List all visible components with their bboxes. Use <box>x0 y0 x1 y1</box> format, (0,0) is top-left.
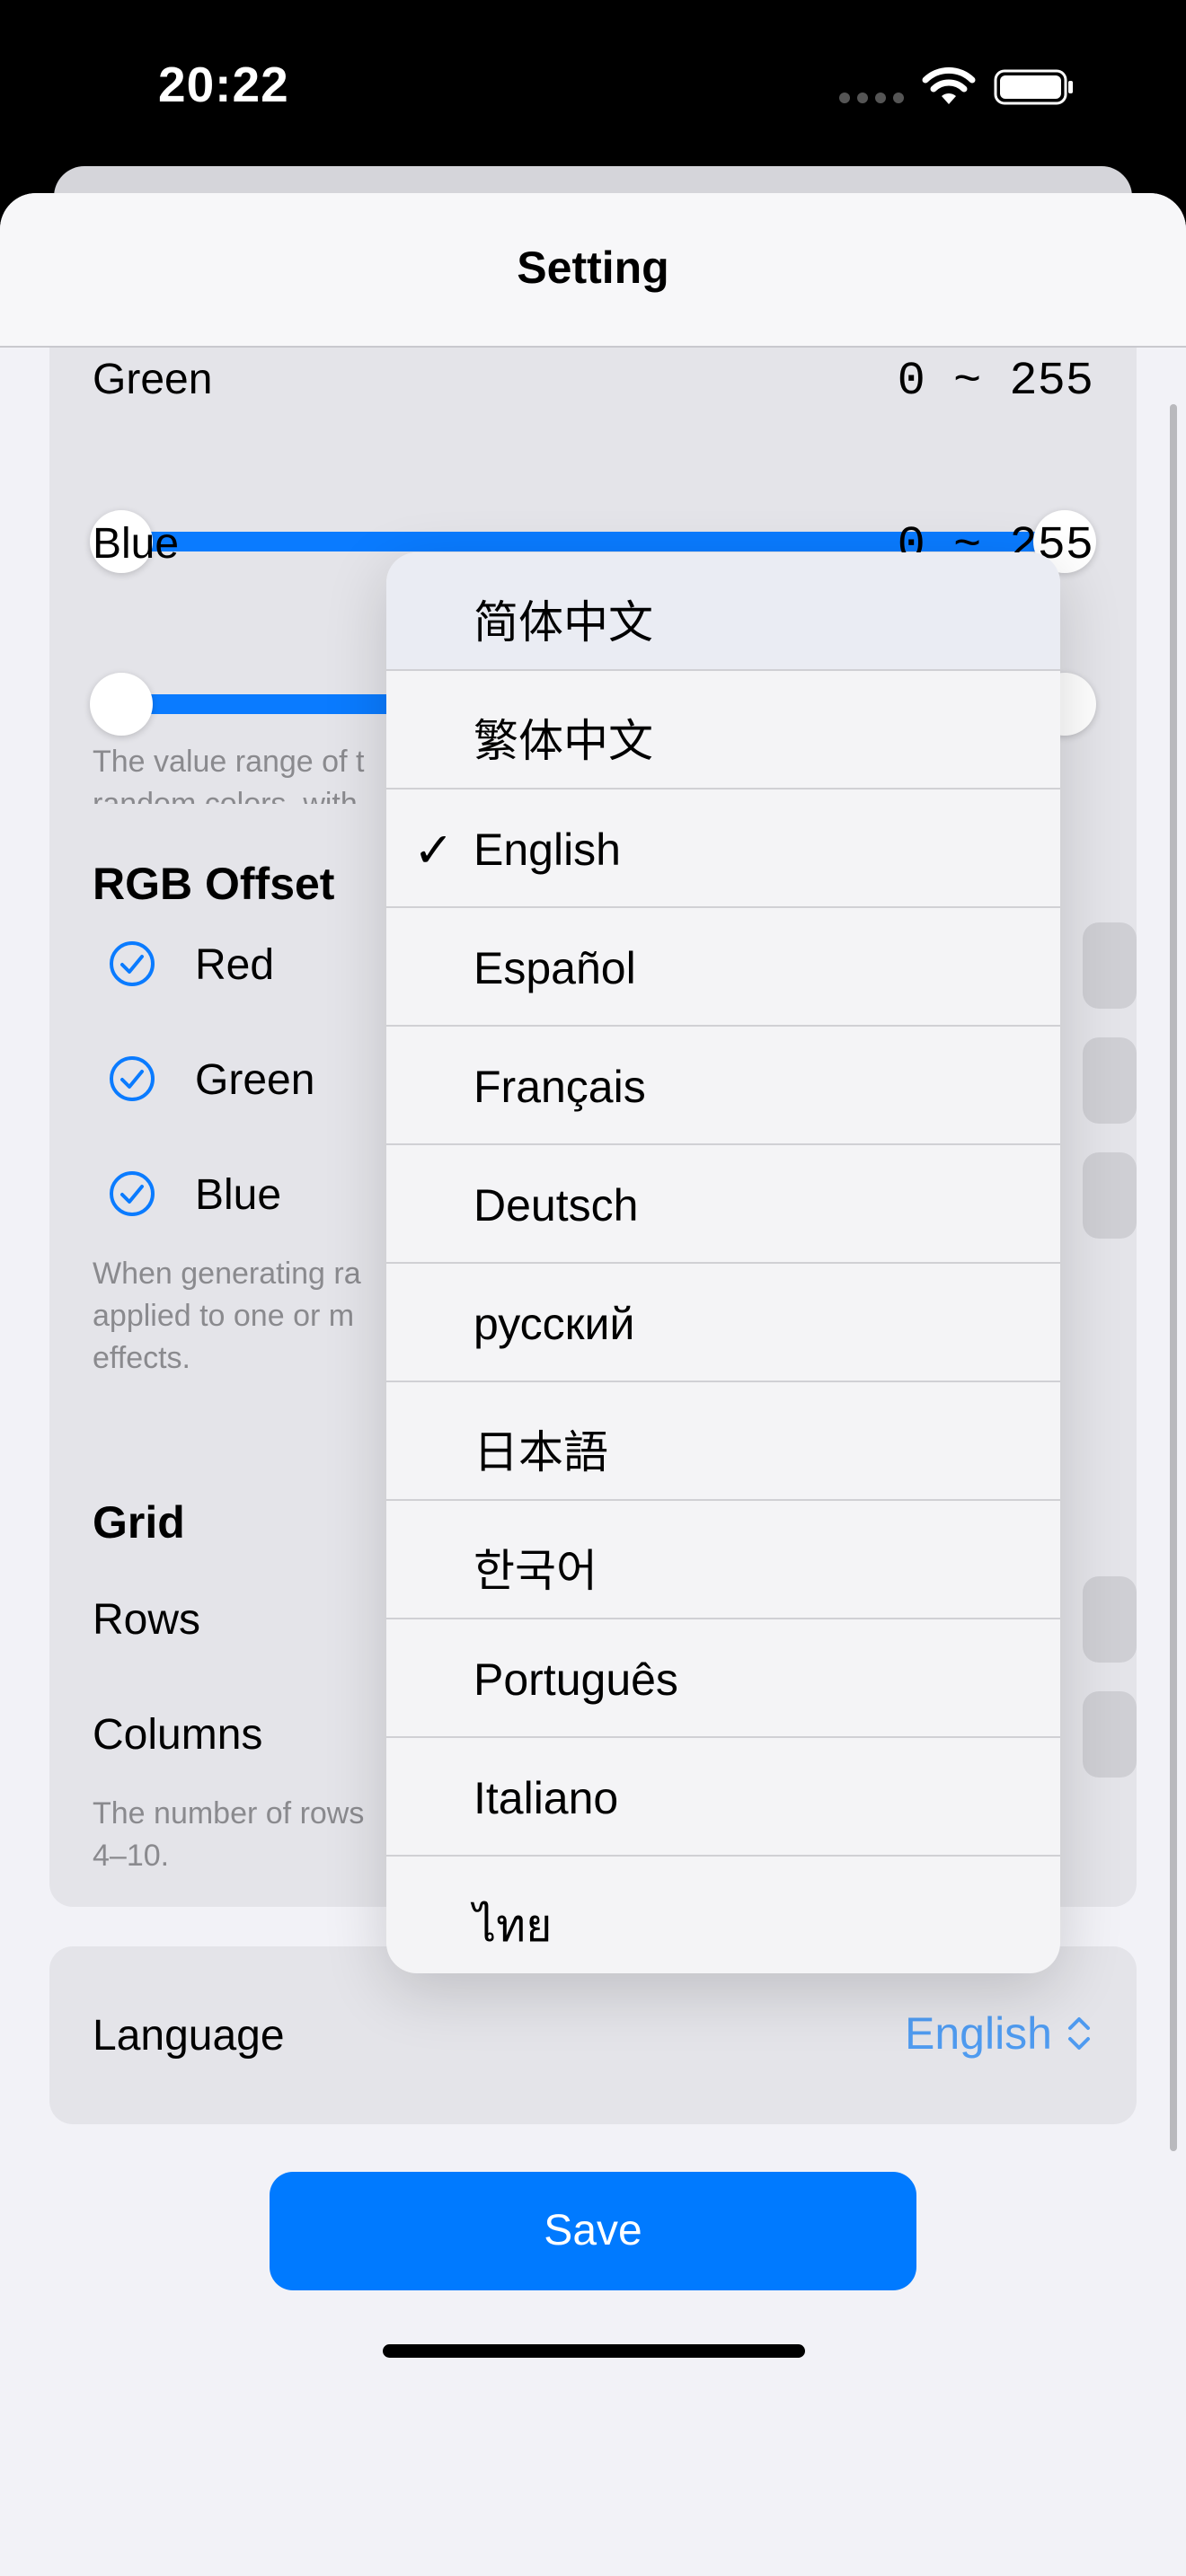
language-option-pt[interactable]: Português <box>386 1619 1060 1738</box>
green-range-label: Green <box>93 356 213 403</box>
blue-min-knob[interactable] <box>90 673 153 736</box>
grid-title: Grid <box>93 1497 185 1548</box>
green-offset-label: Green <box>195 1056 315 1104</box>
columns-stepper[interactable] <box>1083 1691 1137 1778</box>
rows-stepper[interactable] <box>1083 1576 1137 1663</box>
grid-hint: The number of rows 4–10. <box>93 1796 365 1873</box>
language-option-ja[interactable]: 日本語 <box>386 1382 1060 1501</box>
language-option-en[interactable]: ✓ English <box>386 790 1060 908</box>
language-option-es[interactable]: Español <box>386 908 1060 1027</box>
language-option-de[interactable]: Deutsch <box>386 1145 1060 1264</box>
signal-dots-icon <box>839 92 911 104</box>
blue-offset-control[interactable] <box>1083 1152 1137 1239</box>
language-option-zh-hans[interactable]: 简体中文 <box>386 552 1060 671</box>
red-offset-control[interactable] <box>1083 922 1137 1009</box>
red-offset-label: Red <box>195 941 275 989</box>
checkmark-icon: ✓ <box>413 824 455 878</box>
green-range-value: 0 ~ 255 <box>897 355 1093 408</box>
language-option-th[interactable]: ไทย <box>386 1857 1060 1973</box>
language-option-it[interactable]: Italiano <box>386 1738 1060 1857</box>
language-option-ru[interactable]: русский <box>386 1264 1060 1382</box>
chevron-up-down-icon <box>1068 2017 1090 2050</box>
green-offset-control[interactable] <box>1083 1037 1137 1124</box>
green-checkmark-circle-icon[interactable] <box>109 1055 155 1102</box>
blue-offset-label: Blue <box>195 1171 282 1219</box>
navigation-bar: Setting <box>0 193 1186 348</box>
language-option-zh-hant[interactable]: 繁体中文 <box>386 671 1060 790</box>
red-checkmark-circle-icon[interactable] <box>109 940 155 987</box>
language-picker[interactable]: English <box>905 2007 1093 2060</box>
columns-label: Columns <box>93 1711 263 1759</box>
home-indicator[interactable] <box>383 2344 805 2358</box>
language-option-fr[interactable]: Français <box>386 1027 1060 1145</box>
language-menu: 简体中文 繁体中文 ✓ English Español Français Deu… <box>386 552 1060 1973</box>
wifi-icon <box>922 66 976 104</box>
language-label: Language <box>93 2012 285 2060</box>
save-button[interactable]: Save <box>270 2172 916 2290</box>
rgb-offset-hint: When generating ra applied to one or m e… <box>93 1257 361 1375</box>
page-title: Setting <box>517 243 669 293</box>
scrollbar[interactable] <box>1170 404 1177 2151</box>
blue-range-label: Blue <box>93 520 180 568</box>
language-value: English <box>905 2008 1052 2059</box>
rgb-offset-title: RGB Offset <box>93 859 335 909</box>
language-option-ko[interactable]: 한국어 <box>386 1501 1060 1619</box>
rows-label: Rows <box>93 1596 201 1644</box>
status-time: 20:22 <box>158 57 289 112</box>
blue-checkmark-circle-icon[interactable] <box>109 1170 155 1217</box>
battery-icon <box>994 69 1073 105</box>
